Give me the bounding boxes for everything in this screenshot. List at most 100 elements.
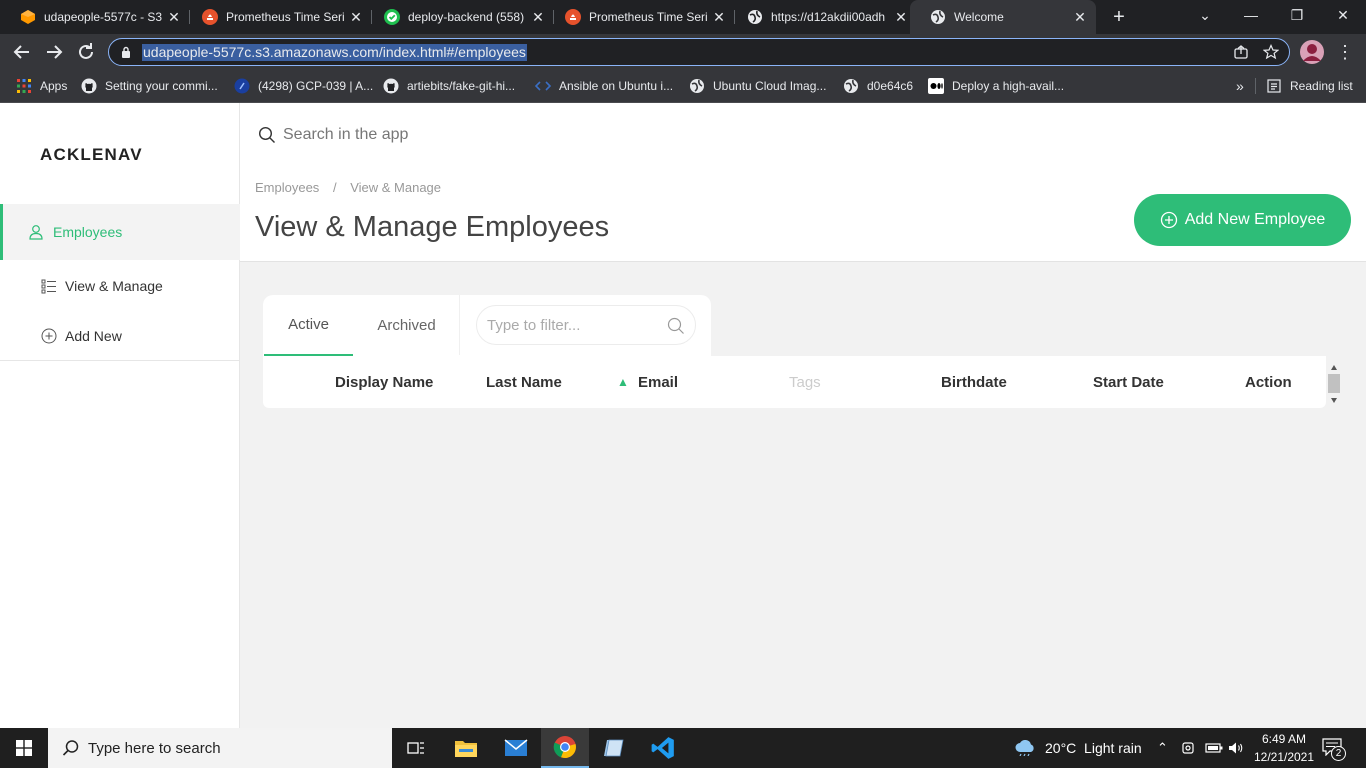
clock-time: 6:49 AM bbox=[1261, 732, 1307, 746]
employee-tabs-card: Active Archived Type to filter... bbox=[263, 295, 711, 357]
sidebar-item-label: View & Manage bbox=[65, 278, 163, 294]
tab-search-chevron-icon[interactable]: ⌄ bbox=[1182, 0, 1228, 30]
user-icon bbox=[29, 225, 43, 240]
close-icon[interactable]: ✕ bbox=[893, 9, 909, 25]
browser-tab[interactable]: deploy-backend (558) ✕ bbox=[364, 0, 554, 34]
forward-arrow-icon[interactable] bbox=[42, 40, 66, 64]
reading-list-button[interactable]: Reading list bbox=[1266, 70, 1353, 102]
mail-icon[interactable] bbox=[492, 728, 540, 768]
avatar[interactable] bbox=[1300, 40, 1324, 64]
bookmark-label: Apps bbox=[40, 79, 68, 93]
column-header-last-name[interactable]: Last Name bbox=[486, 356, 562, 408]
divider bbox=[1255, 78, 1256, 94]
volume-icon[interactable] bbox=[1228, 741, 1244, 755]
battery-icon[interactable] bbox=[1205, 742, 1223, 754]
minimize-icon[interactable]: — bbox=[1228, 0, 1274, 30]
column-header-start-date[interactable]: Start Date bbox=[1093, 356, 1164, 408]
sidebar-item-label: Employees bbox=[53, 224, 123, 240]
plus-circle-icon bbox=[1160, 211, 1177, 229]
reload-icon[interactable] bbox=[74, 40, 98, 64]
notes-app-icon[interactable] bbox=[590, 728, 638, 768]
search-placeholder: Search in the app bbox=[283, 126, 409, 143]
list-icon bbox=[41, 279, 56, 294]
globe-icon bbox=[844, 79, 858, 93]
close-icon[interactable]: ✕ bbox=[1072, 9, 1088, 25]
system-clock[interactable]: 6:49 AM 12/21/2021 bbox=[1244, 730, 1324, 766]
bookmark-item[interactable]: artiebits/fake-git-hi... bbox=[383, 70, 515, 102]
notification-center-icon[interactable]: 2 bbox=[1322, 738, 1346, 761]
reading-list-icon bbox=[1267, 79, 1281, 93]
url-text[interactable]: udapeople-5577c.s3.amazonaws.com/index.h… bbox=[142, 44, 527, 61]
sidebar: ACKLENAV Employees View & Manage Add New bbox=[0, 103, 240, 728]
meet-now-icon[interactable] bbox=[1182, 740, 1197, 756]
browser-tab-active[interactable]: Welcome ✕ bbox=[910, 0, 1096, 34]
column-header-display-name[interactable]: Display Name bbox=[335, 356, 433, 408]
vscode-icon[interactable] bbox=[639, 728, 687, 768]
search-icon bbox=[258, 126, 275, 143]
restore-icon[interactable]: ❐ bbox=[1274, 0, 1320, 30]
tray-chevron-icon[interactable]: ⌃ bbox=[1157, 728, 1168, 768]
bookmark-item[interactable]: Deploy a high-avail... bbox=[928, 70, 1064, 102]
tab-active[interactable]: Active bbox=[264, 295, 353, 356]
bookmark-item[interactable]: (4298) GCP-039 | A... bbox=[234, 70, 373, 102]
plus-circle-icon bbox=[41, 328, 57, 344]
bookmarks-overflow-button[interactable]: » bbox=[1236, 70, 1244, 102]
browser-tab-strip: udapeople-5577c - S3 ✕ Prometheus Time S… bbox=[0, 0, 1366, 34]
tab-archived[interactable]: Archived bbox=[363, 295, 450, 356]
filter-input[interactable]: Type to filter... bbox=[476, 305, 696, 345]
close-icon[interactable]: ✕ bbox=[530, 9, 546, 25]
close-icon[interactable]: ✕ bbox=[166, 9, 182, 25]
windows-start-icon[interactable] bbox=[16, 740, 32, 756]
aws-icon bbox=[21, 10, 35, 24]
breadcrumb-link-employees[interactable]: Employees bbox=[255, 180, 319, 195]
bookmark-item[interactable]: Apps bbox=[16, 70, 67, 102]
bookmark-item[interactable]: d0e64c6 bbox=[843, 70, 913, 102]
window-close-icon[interactable]: ✕ bbox=[1320, 0, 1366, 30]
bookmark-item[interactable]: Ansible on Ubuntu i... bbox=[535, 70, 673, 102]
prometheus-icon bbox=[202, 9, 218, 25]
sidebar-item-label: Add New bbox=[65, 328, 122, 344]
bookmark-item[interactable]: Setting your commi... bbox=[81, 70, 218, 102]
lock-icon[interactable] bbox=[121, 46, 131, 58]
bookmark-label: Ubuntu Cloud Imag... bbox=[713, 79, 827, 93]
bookmarks-bar: Apps Setting your commi... (4298) GCP-03… bbox=[0, 70, 1366, 103]
browser-tab-title: Welcome bbox=[954, 10, 1004, 24]
employee-table-header: Display Name Last Name ▲ Email Tags Birt… bbox=[263, 356, 1326, 408]
chrome-icon[interactable] bbox=[541, 728, 589, 768]
bookmark-label: Ansible on Ubuntu i... bbox=[559, 79, 674, 93]
bookmark-star-icon[interactable] bbox=[1263, 44, 1279, 60]
back-arrow-icon[interactable] bbox=[10, 40, 34, 64]
close-icon[interactable]: ✕ bbox=[711, 9, 727, 25]
file-explorer-icon[interactable] bbox=[442, 728, 490, 768]
sidebar-item-add-new[interactable]: Add New bbox=[0, 308, 240, 364]
column-header-birthdate[interactable]: Birthdate bbox=[941, 356, 1007, 408]
bookmark-label: (4298) GCP-039 | A... bbox=[258, 79, 374, 93]
column-header-email[interactable]: Email bbox=[638, 356, 678, 408]
browser-tab[interactable]: Prometheus Time Seri ✕ bbox=[545, 0, 735, 34]
share-icon[interactable] bbox=[1233, 44, 1249, 60]
browser-tab[interactable]: udapeople-5577c - S3 ✕ bbox=[0, 0, 190, 34]
add-new-employee-button[interactable]: Add New Employee bbox=[1134, 194, 1351, 246]
table-scrollbar[interactable] bbox=[1326, 356, 1342, 408]
windows-taskbar: Type here to search 20°C Light rain ⌃ 6:… bbox=[0, 728, 1366, 768]
add-new-employee-label: Add New Employee bbox=[1184, 211, 1326, 228]
sidebar-item-employees[interactable]: Employees bbox=[0, 204, 240, 260]
breadcrumb: Employees / View & Manage bbox=[255, 180, 441, 195]
medium-icon bbox=[928, 78, 944, 94]
breadcrumb-current: View & Manage bbox=[350, 180, 442, 195]
bookmark-item[interactable]: Ubuntu Cloud Imag... bbox=[689, 70, 826, 102]
globe-icon bbox=[748, 10, 762, 24]
browser-tab[interactable]: https://d12akdii00adh ✕ bbox=[727, 0, 917, 34]
sidebar-item-view-manage[interactable]: View & Manage bbox=[0, 258, 240, 314]
circleci-icon bbox=[384, 9, 400, 25]
search-icon bbox=[62, 740, 79, 756]
task-view-icon[interactable] bbox=[392, 728, 440, 768]
close-icon[interactable]: ✕ bbox=[348, 9, 364, 25]
taskbar-search-input[interactable]: Type here to search bbox=[48, 728, 392, 768]
browser-tab[interactable]: Prometheus Time Seri ✕ bbox=[182, 0, 372, 34]
app-search-input[interactable]: Search in the app bbox=[258, 120, 1068, 150]
address-bar[interactable]: udapeople-5577c.s3.amazonaws.com/index.h… bbox=[108, 38, 1290, 66]
weather-widget[interactable]: 20°C Light rain bbox=[1014, 728, 1142, 768]
more-menu-icon[interactable]: ⋮ bbox=[1336, 41, 1354, 63]
new-tab-button[interactable]: + bbox=[1108, 6, 1130, 28]
